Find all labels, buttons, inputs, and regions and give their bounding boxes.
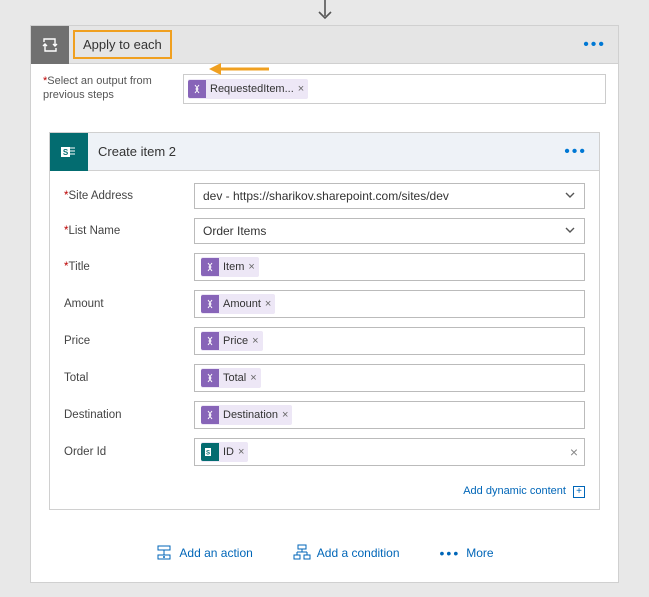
site-address-value: dev - https://sharikov.sharepoint.com/si… [203, 189, 449, 203]
field-amount: Amount Amount × [64, 290, 585, 318]
field-total: Total Total × [64, 364, 585, 392]
add-dynamic-content-link[interactable]: Add dynamic content + [463, 485, 585, 497]
sharepoint-token-icon: S [201, 443, 219, 461]
token-label: Destination [223, 409, 278, 421]
token-remove-icon[interactable]: × [252, 335, 258, 347]
chevron-down-icon [564, 189, 576, 204]
create-item-title[interactable]: Create item 2 [98, 144, 176, 159]
token-label: Price [223, 335, 248, 347]
dynamic-content-icon [201, 258, 219, 276]
footer-more-label: More [466, 546, 493, 560]
token-destination[interactable]: Destination × [201, 405, 292, 425]
token-label: RequestedItem... [210, 83, 294, 95]
title-input[interactable]: Item × [194, 253, 585, 281]
destination-input[interactable]: Destination × [194, 401, 585, 429]
loop-header[interactable]: Apply to each ••• [31, 26, 618, 64]
list-name-value: Order Items [203, 224, 266, 238]
create-item-header[interactable]: S Create item 2 ••• [50, 133, 599, 171]
field-list-name: *List Name Order Items [64, 218, 585, 244]
token-price[interactable]: Price × [201, 331, 263, 351]
token-total[interactable]: Total × [201, 368, 261, 388]
token-amount[interactable]: Amount × [201, 294, 275, 314]
svg-text:S: S [206, 451, 210, 457]
amount-input[interactable]: Amount × [194, 290, 585, 318]
field-title: *Title Item × [64, 253, 585, 281]
dynamic-content-icon [201, 295, 219, 313]
price-input[interactable]: Price × [194, 327, 585, 355]
token-remove-icon[interactable]: × [282, 409, 288, 421]
field-label-title: *Title [64, 261, 194, 273]
total-input[interactable]: Total × [194, 364, 585, 392]
token-item[interactable]: Item × [201, 257, 259, 277]
select-output-label: *Select an output from previous steps [43, 74, 173, 103]
dynamic-link-label: Add dynamic content [463, 485, 566, 497]
loop-icon [31, 26, 69, 64]
create-item-card: S Create item 2 ••• *Site Address dev - … [49, 132, 600, 510]
field-label-destination: Destination [64, 409, 194, 421]
apply-to-each-card: Apply to each ••• *Select an output from… [30, 25, 619, 583]
sharepoint-icon: S [50, 133, 88, 171]
field-label-price: Price [64, 335, 194, 347]
add-condition-label: Add a condition [317, 546, 400, 560]
field-order-id: Order Id S ID × × [64, 438, 585, 466]
dynamic-content-icon [201, 406, 219, 424]
list-name-select[interactable]: Order Items [194, 218, 585, 244]
clear-field-icon[interactable]: × [570, 444, 578, 460]
field-label-amount: Amount [64, 298, 194, 310]
token-label: Total [223, 372, 246, 384]
footer-more-button[interactable]: ••• More [440, 544, 494, 562]
create-item-more-menu[interactable]: ••• [564, 143, 587, 161]
add-action-button[interactable]: Add an action [155, 544, 252, 562]
field-label-order-id: Order Id [64, 446, 194, 458]
add-condition-button[interactable]: Add a condition [293, 544, 400, 562]
token-remove-icon[interactable]: × [248, 261, 254, 273]
flow-arrow-down-icon [315, 0, 335, 22]
token-remove-icon[interactable]: × [250, 372, 256, 384]
token-remove-icon[interactable]: × [298, 83, 304, 95]
chevron-down-icon [564, 224, 576, 239]
field-label-list-name: *List Name [64, 225, 194, 237]
order-id-input[interactable]: S ID × × [194, 438, 585, 466]
svg-text:S: S [63, 148, 69, 157]
token-label: Item [223, 261, 244, 273]
token-id[interactable]: S ID × [201, 442, 248, 462]
add-action-label: Add an action [179, 546, 252, 560]
field-price: Price Price × [64, 327, 585, 355]
field-site-address: *Site Address dev - https://sharikov.sha… [64, 183, 585, 209]
dynamic-content-icon [201, 369, 219, 387]
token-requesteditem[interactable]: RequestedItem... × [188, 79, 308, 99]
token-label: Amount [223, 298, 261, 310]
site-address-select[interactable]: dev - https://sharikov.sharepoint.com/si… [194, 183, 585, 209]
dynamic-content-icon [201, 332, 219, 350]
add-action-icon [155, 544, 173, 562]
field-label-site-address: *Site Address [64, 190, 194, 202]
token-remove-icon[interactable]: × [238, 446, 244, 458]
more-dots-icon: ••• [440, 545, 461, 561]
highlight-arrow-icon [209, 61, 269, 77]
add-condition-icon [293, 544, 311, 562]
plus-box-icon: + [573, 486, 585, 498]
select-output-row: *Select an output from previous steps Re… [31, 64, 618, 114]
token-label: ID [223, 446, 234, 458]
add-dynamic-content-row: Add dynamic content + [50, 481, 599, 509]
field-destination: Destination Destination × [64, 401, 585, 429]
footer-actions: Add an action Add a condition ••• More [31, 522, 618, 582]
field-label-total: Total [64, 372, 194, 384]
loop-title[interactable]: Apply to each [73, 30, 172, 59]
loop-more-menu[interactable]: ••• [583, 36, 606, 54]
token-remove-icon[interactable]: × [265, 298, 271, 310]
select-output-input[interactable]: RequestedItem... × [183, 74, 606, 104]
dynamic-content-icon [188, 80, 206, 98]
